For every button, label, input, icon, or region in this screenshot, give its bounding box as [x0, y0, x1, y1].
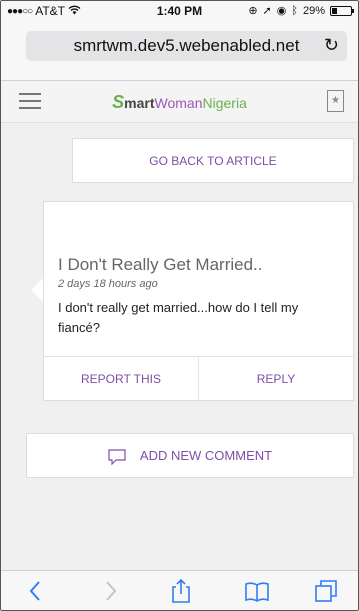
- battery-percent: 29%: [302, 4, 325, 17]
- status-indicators: ⊕ ➚ ◉ ᛒ 29%: [248, 4, 354, 17]
- share-icon[interactable]: [168, 578, 194, 604]
- report-button[interactable]: REPORT THIS: [44, 357, 199, 400]
- reply-button[interactable]: REPLY: [199, 357, 353, 400]
- logo-smart: mart: [124, 95, 155, 111]
- comment-card: I Don't Really Get Married.. 2 days 18 h…: [43, 201, 354, 401]
- go-back-button[interactable]: GO BACK TO ARTICLE: [72, 138, 354, 183]
- reload-icon[interactable]: ↻: [324, 35, 339, 56]
- browser-toolbar: smrtwm.dev5.webenabled.net ↻: [1, 21, 358, 81]
- comment-title: I Don't Really Get Married..: [58, 255, 263, 274]
- forward-icon[interactable]: [97, 578, 123, 604]
- tabs-icon[interactable]: [313, 578, 339, 604]
- add-comment-label: ADD NEW COMMENT: [139, 448, 273, 463]
- comment-actions: REPORT THIS REPLY: [44, 356, 353, 400]
- url-text: smrtwm.dev5.webenabled.net: [73, 36, 300, 55]
- lock-rotation-icon: ⊕: [248, 5, 258, 17]
- location-icon: ➚: [262, 5, 272, 17]
- alarm-icon: ◉: [276, 5, 287, 17]
- site-header: SmartWomanNigeria ★: [1, 81, 358, 123]
- back-icon[interactable]: [23, 578, 49, 604]
- browser-bottom-bar: [1, 570, 358, 610]
- bookmarks-icon[interactable]: [244, 578, 270, 604]
- bluetooth-icon: ᛒ: [291, 4, 298, 17]
- chat-icon: [108, 448, 126, 465]
- bookmark-icon[interactable]: ★: [327, 90, 344, 112]
- battery-fill: [332, 7, 338, 14]
- comment-time: 2 days 18 hours ago: [58, 278, 158, 290]
- site-logo[interactable]: SmartWomanNigeria: [1, 92, 358, 113]
- address-bar[interactable]: smrtwm.dev5.webenabled.net ↻: [26, 31, 347, 61]
- phone-screen: ●●●○○ AT&T 1:40 PM ⊕ ➚ ◉ ᛒ 29% smrtwm.de…: [0, 0, 359, 611]
- logo-letter: S: [112, 92, 125, 112]
- add-comment-button[interactable]: ADD NEW COMMENT: [26, 433, 354, 478]
- status-bar: ●●●○○ AT&T 1:40 PM ⊕ ➚ ◉ ᛒ 29%: [1, 1, 358, 21]
- battery-icon: [330, 5, 354, 16]
- comment-body: I don't really get married...how do I te…: [58, 300, 299, 335]
- logo-nigeria: Nigeria: [202, 95, 247, 111]
- logo-woman: Woman: [154, 95, 203, 111]
